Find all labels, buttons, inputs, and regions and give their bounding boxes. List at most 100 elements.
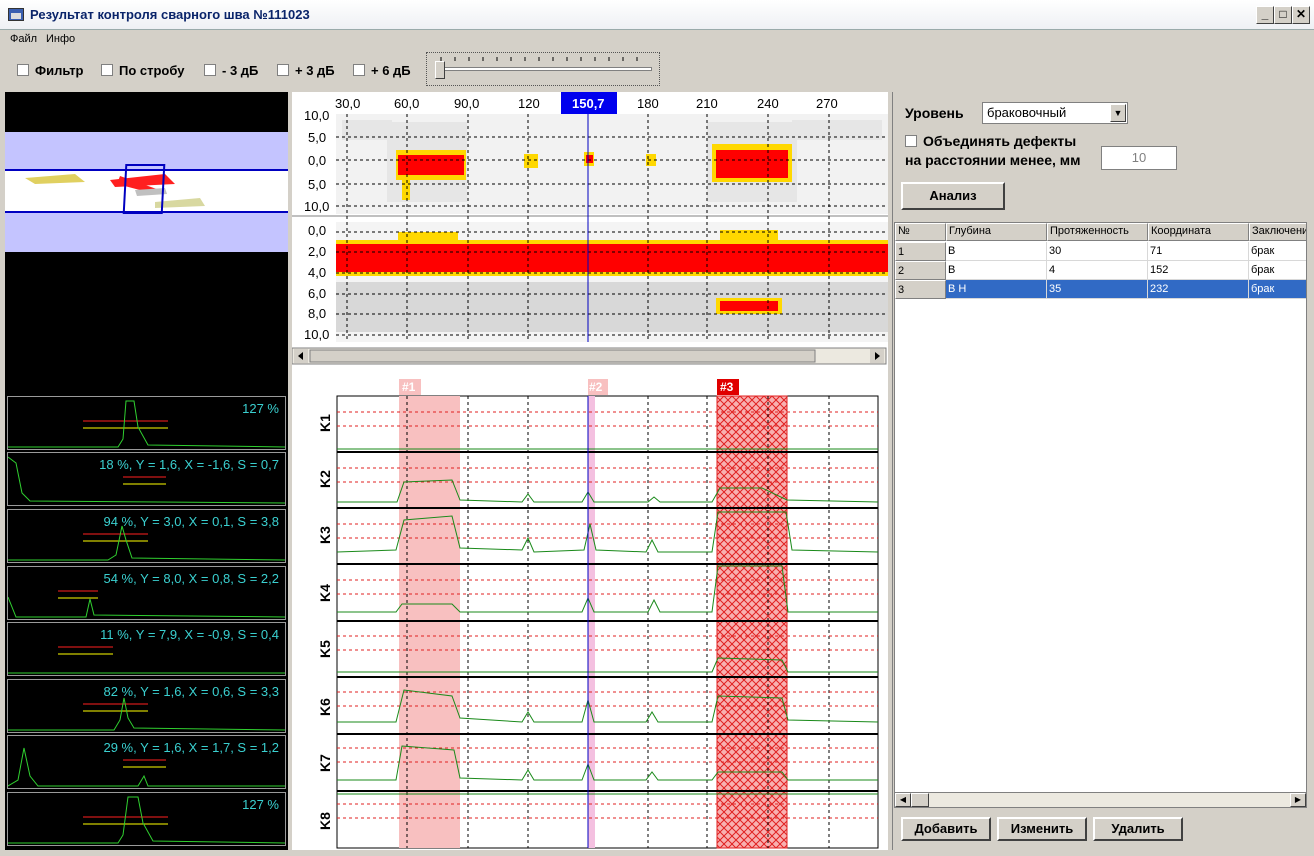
checkbox-icon — [905, 135, 917, 147]
mini-signal-5-readout: 11 %, Y = 7,9, X = -0,9, S = 0,4 — [100, 627, 279, 642]
defect-marker-2[interactable]: #2 — [589, 380, 603, 394]
slider-track — [437, 67, 652, 71]
channel-label-k6: K6 — [317, 698, 333, 716]
minimize-icon[interactable]: _ — [1256, 6, 1274, 24]
table-row[interactable]: 2 В 4 152 брак — [895, 261, 1306, 280]
channel-label-k5: K5 — [317, 640, 333, 658]
col-header-coordinate[interactable]: Координата — [1148, 223, 1249, 241]
bottom-y-tick: 4,0 — [308, 265, 326, 280]
analyze-button[interactable]: Анализ — [901, 182, 1005, 210]
checkbox-icon — [204, 64, 216, 76]
col-header-conclusion[interactable]: Заключени — [1249, 223, 1306, 241]
plus3db-checkbox[interactable]: + 3 дБ — [277, 63, 335, 78]
cell-depth: В — [946, 242, 1047, 261]
gate-checkbox[interactable]: По стробу — [101, 63, 184, 78]
cell-length: 30 — [1047, 242, 1148, 261]
cell-length: 35 — [1047, 280, 1148, 299]
maximize-icon[interactable]: □ — [1274, 6, 1292, 24]
mini-signal-1: 127 % — [7, 396, 286, 450]
checkbox-icon — [277, 64, 289, 76]
x-tick: 90,0 — [454, 96, 479, 111]
gain-slider[interactable] — [426, 52, 660, 86]
mini-signal-4-readout: 54 %, Y = 8,0, X = 0,8, S = 2,2 — [103, 571, 279, 586]
row-number: 3 — [895, 280, 946, 299]
title-bar: Результат контроля сварного шва №111023 … — [0, 0, 1314, 30]
top-y-tick: 0,0 — [308, 153, 326, 168]
level-select[interactable]: браковочный ▼ — [982, 102, 1128, 124]
top-y-tick: 5,0 — [308, 177, 326, 192]
top-y-tick: 5,0 — [308, 130, 326, 145]
window-title: Результат контроля сварного шва №111023 — [30, 7, 310, 22]
chevron-down-icon[interactable]: ▼ — [1110, 104, 1126, 122]
scroll-thumb[interactable] — [309, 349, 816, 363]
defect-marker-3[interactable]: #3 — [720, 380, 734, 394]
x-tick: 60,0 — [394, 96, 419, 111]
mini-signal-7-readout: 29 %, Y = 1,6, X = 1,7, S = 1,2 — [103, 740, 279, 755]
gate-label: По стробу — [119, 63, 185, 78]
menu-info[interactable]: Инфо — [46, 33, 75, 45]
x-tick: 270 — [816, 96, 838, 111]
table-hscroll[interactable]: ◀ ▶ — [894, 792, 1307, 808]
cell-depth: В Н — [946, 280, 1047, 299]
cell-depth: В — [946, 261, 1047, 280]
row-number: 1 — [895, 242, 946, 261]
filter-label: Фильтр — [35, 63, 84, 78]
merge-checkbox[interactable]: Объединять дефекты — [905, 133, 1076, 149]
col-header-depth[interactable]: Глубина — [946, 223, 1047, 241]
channel-label-k7: K7 — [317, 754, 333, 772]
defect-marker-1[interactable]: #1 — [402, 380, 416, 394]
filter-checkbox[interactable]: Фильтр — [17, 63, 84, 78]
x-tick: 180 — [637, 96, 659, 111]
mini-signal-8-readout: 127 % — [242, 797, 279, 812]
channel-label-k1: K1 — [317, 414, 333, 432]
minus3db-label: - 3 дБ — [222, 63, 259, 78]
slider-thumb[interactable] — [435, 61, 445, 79]
edit-button[interactable]: Изменить — [997, 817, 1087, 841]
mini-signal-7: 29 %, Y = 1,6, X = 1,7, S = 1,2 — [7, 735, 286, 789]
close-icon[interactable]: ✕ — [1292, 6, 1310, 24]
x-tick: 120 — [518, 96, 540, 111]
cell-coordinate: 232 — [1148, 280, 1249, 299]
cursor-value: 150,7 — [572, 96, 605, 111]
scroll-thumb[interactable] — [911, 793, 929, 807]
mini-signal-4: 54 %, Y = 8,0, X = 0,8, S = 2,2 — [7, 566, 286, 620]
scroll-right-icon[interactable]: ▶ — [1290, 793, 1306, 807]
scan-area: 30,0 60,0 90,0 120 180 210 240 270 150,7 — [291, 92, 888, 850]
menu-file[interactable]: Файл — [10, 33, 37, 45]
col-header-length[interactable]: Протяженность — [1047, 223, 1148, 241]
col-header-number[interactable]: № — [895, 223, 946, 241]
cell-coordinate: 152 — [1148, 261, 1249, 280]
table-row[interactable]: 1 В 30 71 брак — [895, 242, 1306, 261]
app-window: Результат контроля сварного шва №111023 … — [0, 0, 1314, 856]
mini-signal-3: 94 %, Y = 3,0, X = 0,1, S = 3,8 — [7, 509, 286, 563]
channel-label-k3: K3 — [317, 526, 333, 544]
plus3db-label: + 3 дБ — [295, 63, 335, 78]
plus6db-checkbox[interactable]: + 6 дБ — [353, 63, 411, 78]
analysis-panel: Уровень браковочный ▼ Объединять дефекты… — [892, 92, 1308, 850]
row-number: 2 — [895, 261, 946, 280]
add-button[interactable]: Добавить — [901, 817, 991, 841]
plus6db-label: + 6 дБ — [371, 63, 411, 78]
mini-signal-6: 82 %, Y = 1,6, X = 0,6, S = 3,3 — [7, 679, 286, 733]
table-row-selected[interactable]: 3 В Н 35 232 брак — [895, 280, 1306, 299]
menu-bar: Файл Инфо — [0, 30, 1314, 48]
scan-graphics: 30,0 60,0 90,0 120 180 210 240 270 150,7 — [291, 92, 888, 849]
cell-conclusion: брак — [1249, 280, 1306, 299]
mini-signal-1-readout: 127 % — [242, 401, 279, 416]
defects-table: № Глубина Протяженность Координата Заклю… — [894, 222, 1307, 794]
level-label: Уровень — [905, 105, 964, 121]
mini-signal-6-readout: 82 %, Y = 1,6, X = 0,6, S = 3,3 — [103, 684, 279, 699]
mini-signal-2-readout: 18 %, Y = 1,6, X = -1,6, S = 0,7 — [99, 457, 279, 472]
mini-signal-8: 127 % — [7, 792, 286, 846]
distance-input[interactable]: 10 — [1101, 146, 1177, 170]
delete-button[interactable]: Удалить — [1093, 817, 1183, 841]
distance-label: на расстоянии менее, мм — [905, 152, 1081, 168]
scroll-left-icon[interactable]: ◀ — [895, 793, 911, 807]
cell-conclusion: брак — [1249, 261, 1306, 280]
weld-view — [5, 132, 288, 252]
minus3db-checkbox[interactable]: - 3 дБ — [204, 63, 258, 78]
bottom-y-tick: 2,0 — [308, 244, 326, 259]
checkbox-icon — [101, 64, 113, 76]
mini-signal-5: 11 %, Y = 7,9, X = -0,9, S = 0,4 — [7, 622, 286, 676]
app-icon — [8, 8, 24, 21]
